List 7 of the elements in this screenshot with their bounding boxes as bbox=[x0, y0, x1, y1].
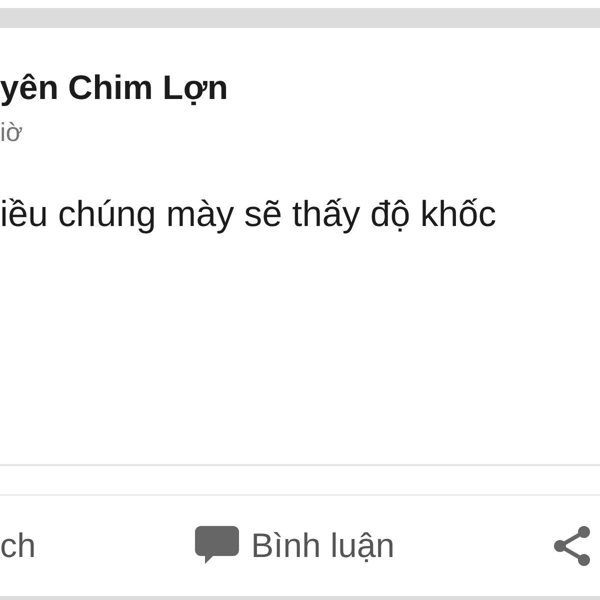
author-name[interactable]: yên Chim Lợn bbox=[0, 68, 228, 108]
share-icon[interactable] bbox=[552, 525, 592, 567]
speech-bubble-icon bbox=[195, 526, 239, 566]
comment-button[interactable]: Bình luận bbox=[195, 520, 395, 572]
action-button[interactable]: ch bbox=[0, 520, 195, 572]
post-time: iờ bbox=[0, 116, 23, 148]
post-text: iều chúng mày sẽ thấy độ khốc bbox=[0, 192, 496, 236]
